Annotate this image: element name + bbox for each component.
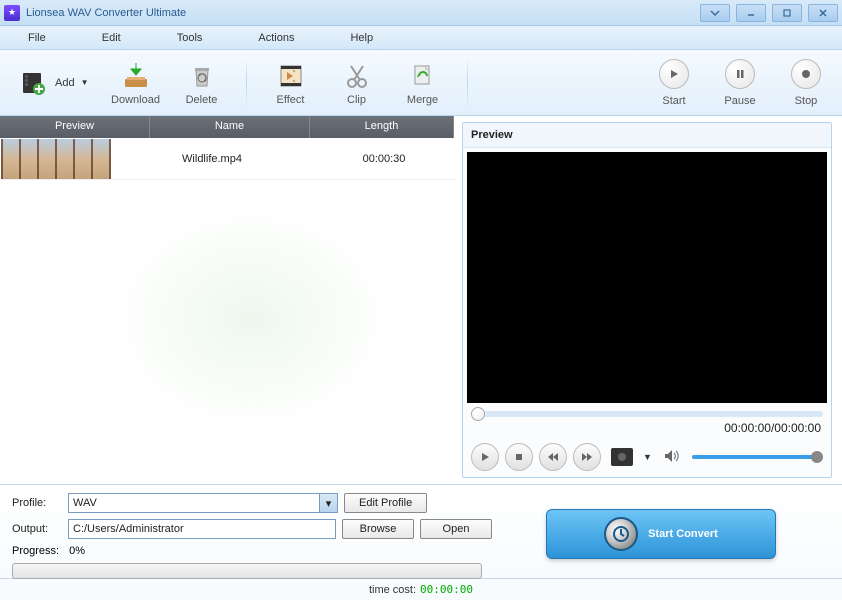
preview-panel: Preview 00:00:00/00:00:00 ▼ — [456, 116, 842, 484]
chevron-down-icon[interactable]: ▾ — [319, 494, 337, 512]
download-label: Download — [111, 94, 160, 106]
seek-knob[interactable] — [471, 407, 485, 421]
progress-label: Progress: — [12, 545, 59, 557]
main-area: Preview Name Length Wildlife.mp4 00:00:3… — [0, 116, 842, 484]
time-cost-value: 00:00:00 — [420, 583, 473, 596]
delete-icon — [186, 60, 218, 92]
col-length[interactable]: Length — [310, 116, 454, 138]
preview-header: Preview — [463, 123, 831, 148]
file-length: 00:00:30 — [312, 153, 456, 165]
menu-edit[interactable]: Edit — [74, 32, 149, 44]
menu-help[interactable]: Help — [322, 32, 401, 44]
menu-file[interactable]: File — [0, 32, 74, 44]
titlebar: ★ Lionsea WAV Converter Ultimate — [0, 0, 842, 26]
file-row[interactable]: Wildlife.mp4 00:00:30 — [0, 138, 456, 180]
start-label: Start — [662, 95, 685, 107]
snapshot-dropdown[interactable]: ▼ — [643, 452, 652, 462]
merge-label: Merge — [407, 94, 438, 106]
clip-button[interactable]: Clip — [329, 54, 385, 112]
output-input[interactable] — [68, 519, 336, 539]
effect-icon — [275, 60, 307, 92]
play-icon — [659, 59, 689, 89]
convert-area: Start Convert — [492, 493, 830, 574]
stop-icon — [791, 59, 821, 89]
add-icon — [17, 67, 49, 99]
output-label: Output: — [12, 523, 62, 535]
open-button[interactable]: Open — [420, 519, 492, 539]
column-headers: Preview Name Length — [0, 116, 456, 138]
convert-icon — [604, 517, 638, 551]
maximize-button[interactable] — [772, 4, 802, 22]
playback-controls: ▼ — [463, 439, 831, 477]
toolbar: Add ▼ Download Delete Effect Clip Merge … — [0, 50, 842, 116]
delete-button[interactable]: Delete — [174, 54, 230, 112]
toolbar-separator — [246, 58, 247, 108]
pause-icon — [725, 59, 755, 89]
progress-bar — [12, 563, 482, 579]
play-button[interactable] — [471, 443, 499, 471]
profile-combo[interactable]: WAV ▾ — [68, 493, 338, 513]
chevron-down-icon: ▼ — [81, 78, 89, 87]
volume-icon[interactable] — [664, 449, 680, 466]
settings-area: Profile: WAV ▾ Edit Profile Output: Brow… — [12, 493, 492, 574]
toolbar-separator — [467, 58, 468, 108]
download-icon — [120, 60, 152, 92]
menu-actions[interactable]: Actions — [230, 32, 322, 44]
volume-knob[interactable] — [811, 451, 823, 463]
preview-stop-button[interactable] — [505, 443, 533, 471]
col-preview[interactable]: Preview — [0, 116, 150, 138]
bottom-panel: Profile: WAV ▾ Edit Profile Output: Brow… — [0, 484, 842, 578]
browse-button[interactable]: Browse — [342, 519, 414, 539]
merge-button[interactable]: Merge — [395, 54, 451, 112]
snapshot-icon[interactable] — [611, 448, 633, 466]
convert-label: Start Convert — [648, 528, 718, 540]
progress-value: 0% — [69, 545, 85, 557]
effect-label: Effect — [277, 94, 305, 106]
file-thumbnail — [1, 139, 111, 179]
close-button[interactable] — [808, 4, 838, 22]
pause-label: Pause — [724, 95, 755, 107]
pause-button[interactable]: Pause — [712, 54, 768, 112]
menu-tools[interactable]: Tools — [149, 32, 231, 44]
delete-label: Delete — [186, 94, 218, 106]
start-convert-button[interactable]: Start Convert — [546, 509, 776, 559]
clip-label: Clip — [347, 94, 366, 106]
profile-label: Profile: — [12, 497, 62, 509]
file-name: Wildlife.mp4 — [112, 153, 312, 165]
preview-box: Preview 00:00:00/00:00:00 ▼ — [462, 122, 832, 478]
stop-button[interactable]: Stop — [778, 54, 834, 112]
time-cost-label: time cost: — [369, 584, 416, 596]
start-button[interactable]: Start — [646, 54, 702, 112]
forward-button[interactable] — [573, 443, 601, 471]
minimize-button[interactable] — [736, 4, 766, 22]
effect-button[interactable]: Effect — [263, 54, 319, 112]
window-dropdown-button[interactable] — [700, 4, 730, 22]
app-icon: ★ — [4, 5, 20, 21]
merge-icon — [407, 60, 439, 92]
seek-slider[interactable] — [471, 411, 823, 417]
edit-profile-button[interactable]: Edit Profile — [344, 493, 427, 513]
video-viewport[interactable] — [467, 152, 827, 403]
stop-label: Stop — [795, 95, 818, 107]
add-label: Add — [55, 77, 75, 89]
add-button[interactable]: Add ▼ — [8, 65, 98, 101]
col-name[interactable]: Name — [150, 116, 310, 138]
rewind-button[interactable] — [539, 443, 567, 471]
download-button[interactable]: Download — [108, 54, 164, 112]
window-title: Lionsea WAV Converter Ultimate — [26, 7, 186, 19]
volume-slider[interactable] — [692, 455, 823, 459]
menubar: File Edit Tools Actions Help — [0, 26, 842, 50]
playback-time: 00:00:00/00:00:00 — [463, 421, 831, 439]
clip-icon — [341, 60, 373, 92]
statusbar: time cost: 00:00:00 — [0, 578, 842, 600]
profile-value: WAV — [73, 497, 97, 509]
file-list-panel: Preview Name Length Wildlife.mp4 00:00:3… — [0, 116, 456, 484]
